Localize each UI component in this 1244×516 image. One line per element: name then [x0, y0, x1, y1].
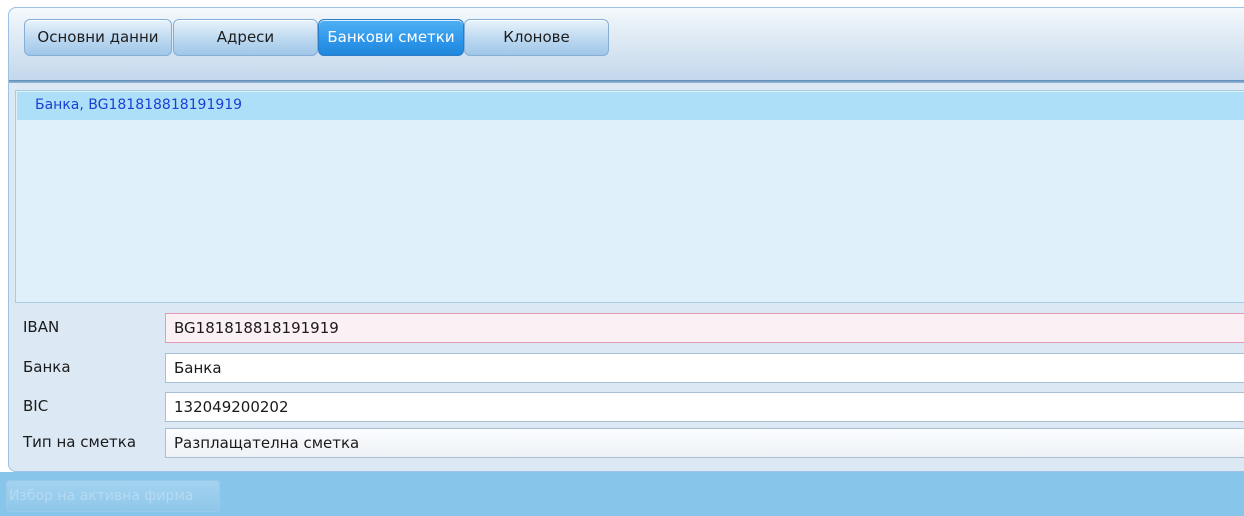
tab-addresses[interactable]: Адреси [173, 19, 318, 56]
tab-bank-accounts[interactable]: Банкови сметки [318, 19, 464, 56]
select-active-company-button[interactable]: Избор на активна фирма [6, 480, 220, 512]
account-type-label: Тип на сметка [23, 433, 137, 451]
bottom-toolbar: Избор на активна фирма [0, 472, 1244, 516]
bic-label: BIC [23, 397, 49, 415]
bank-field[interactable] [165, 353, 1244, 383]
tab-branches[interactable]: Клонове [464, 19, 609, 56]
bic-field[interactable] [165, 392, 1244, 422]
list-item[interactable]: Банка, BG181818818191919 [17, 92, 1244, 120]
iban-label: IBAN [23, 318, 60, 336]
bank-label: Банка [23, 358, 71, 376]
company-details-panel: Основни данни Адреси Банкови сметки Клон… [8, 7, 1244, 472]
tab-basic-data[interactable]: Основни данни [24, 19, 172, 56]
bank-accounts-list[interactable]: Банка, BG181818818191919 [15, 90, 1244, 303]
account-type-select[interactable]: Разплащателна сметка [165, 428, 1244, 458]
iban-field[interactable] [165, 313, 1244, 343]
tab-strip: Основни данни Адреси Банкови сметки Клон… [9, 8, 1244, 83]
